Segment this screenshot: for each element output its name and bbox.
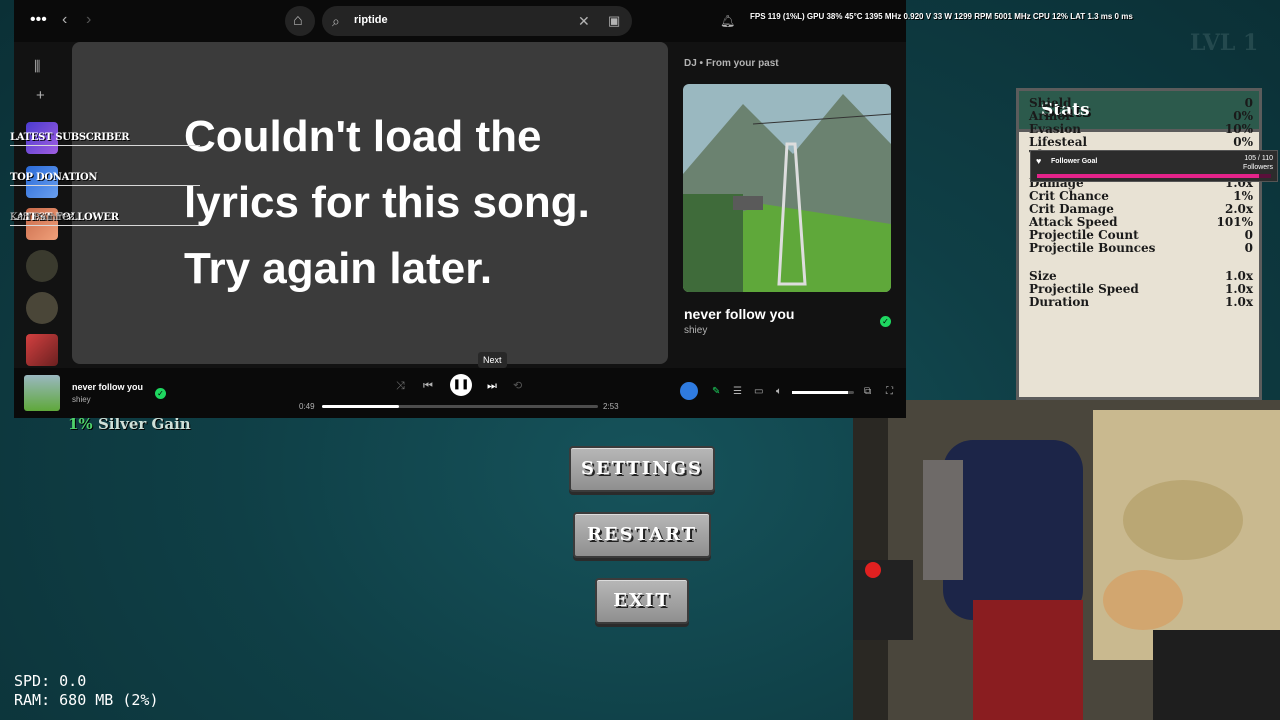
restart-button[interactable]: RESTART xyxy=(573,512,711,558)
stream-alert: TOP DONATION xyxy=(10,172,200,186)
forward-arrow-icon[interactable]: › xyxy=(86,12,91,28)
search-icon: ⌕ xyxy=(332,13,340,29)
stat-name: Size xyxy=(1029,269,1057,283)
home-icon: ⌂ xyxy=(293,12,303,29)
stat-name: Duration xyxy=(1029,295,1090,309)
follower-goal-bar xyxy=(1037,174,1271,178)
queue-icon[interactable]: ☰ xyxy=(733,384,742,400)
stream-alert: LATEST FOLLOWER Karl Ramirez xyxy=(10,212,200,226)
more-options-icon[interactable]: ••• xyxy=(30,12,47,28)
spotify-window: ••• ‹ › ⌂ ⌕ riptide ✕ ▣ 🔔︎ ⫼ + Couldn't … xyxy=(14,0,906,418)
lyrics-panel: Couldn't load the lyrics for this song. … xyxy=(72,42,668,364)
webcam-feed xyxy=(853,400,1280,720)
stat-name: Crit Chance xyxy=(1029,189,1109,203)
fullscreen-icon[interactable]: ⛶ xyxy=(886,384,893,400)
now-playing-heading: DJ • From your past xyxy=(684,58,779,69)
stat-name: Crit Damage xyxy=(1029,202,1114,216)
follower-goal-widget: ♥ Follower Goal 105 / 110 Followers xyxy=(1030,150,1278,182)
stream-alert-value: Karl Ramirez xyxy=(10,212,74,223)
stat-name: Shield xyxy=(1029,96,1072,110)
stat-value: 1.0x xyxy=(1224,295,1253,309)
home-button[interactable]: ⌂ xyxy=(285,6,315,36)
spd-readout: SPD: 0.0 xyxy=(14,672,87,690)
volume-slider[interactable] xyxy=(792,391,854,394)
pause-button[interactable]: ❚❚ xyxy=(450,374,472,396)
library-item-thumbnail[interactable] xyxy=(26,334,58,366)
playback-bar: never follow you shiey ✓ ⤨ ⏮︎ ❚❚ ⏭︎ ⟲ ✎ … xyxy=(14,368,906,418)
exit-button[interactable]: EXIT xyxy=(595,578,689,624)
stat-row: Duration 1.0x xyxy=(1029,296,1253,309)
library-sidebar: ⫼ + xyxy=(14,42,70,372)
total-time: 2:53 xyxy=(603,402,619,411)
notifications-icon[interactable]: 🔔︎ xyxy=(720,13,735,29)
settings-button[interactable]: SETTINGS xyxy=(569,446,715,492)
miniplayer-icon[interactable]: ⧉ xyxy=(864,384,871,400)
volume-icon[interactable]: 🔈︎ xyxy=(776,384,782,400)
stream-alert-divider xyxy=(10,185,200,186)
player-liked-icon[interactable]: ✓ xyxy=(155,388,166,399)
stat-name: Evasion xyxy=(1029,122,1081,136)
spotify-topbar: ••• ‹ › ⌂ ⌕ riptide ✕ ▣ 🔔︎ xyxy=(14,0,906,42)
stream-alert-label: LATEST SUBSCRIBER xyxy=(10,132,130,143)
elapsed-time: 0:49 xyxy=(299,402,315,411)
search-input[interactable]: riptide xyxy=(354,14,388,26)
stat-name: Lifesteal xyxy=(1029,135,1088,149)
browse-icon[interactable]: ▣ xyxy=(608,13,620,29)
lyrics-error-message: Couldn't load the lyrics for this song. … xyxy=(184,112,590,293)
devices-icon[interactable]: ▭ xyxy=(754,384,763,400)
stream-alert-label: TOP DONATION xyxy=(10,172,98,183)
debug-readout: SPD: 0.0 RAM: 680 MB (2%) xyxy=(14,672,159,710)
stat-value: 0 xyxy=(1244,241,1253,255)
player-track-title[interactable]: never follow you xyxy=(72,382,143,392)
stream-alert-divider xyxy=(10,225,200,226)
album-art-image xyxy=(683,84,891,292)
library-item-thumbnail[interactable] xyxy=(26,292,58,324)
stats-panel: Stats Shield 0 Armor 0% Evasion 10% Lifesteal 0… xyxy=(1016,88,1262,400)
next-tooltip: Next xyxy=(478,352,507,368)
next-icon[interactable]: ⏭︎ xyxy=(487,378,497,394)
progress-bar[interactable] xyxy=(322,405,598,408)
back-arrow-icon[interactable]: ‹ xyxy=(62,12,67,28)
previous-icon[interactable]: ⏮︎ xyxy=(423,378,433,394)
search-bar[interactable]: ⌕ riptide ✕ ▣ xyxy=(322,6,632,36)
liked-check-icon[interactable]: ✓ xyxy=(880,316,891,327)
follower-goal-label: Follower Goal xyxy=(1051,158,1098,165)
follower-goal-fill xyxy=(1037,174,1260,178)
now-playing-title[interactable]: never follow you xyxy=(684,306,794,322)
level-indicator: LVL 1 xyxy=(1190,30,1259,56)
stat-name: Projectile Speed xyxy=(1029,282,1139,296)
stat-row: Projectile Bounces 0 xyxy=(1029,242,1253,255)
library-item-thumbnail[interactable] xyxy=(26,250,58,282)
webcam-image xyxy=(853,400,1280,720)
shuffle-icon[interactable]: ⤨ xyxy=(396,378,405,394)
stream-alert-divider xyxy=(10,145,200,146)
performance-overlay: FPS 119 (1%L) GPU 38% 45°C 1395 MHz 0.92… xyxy=(750,12,1133,21)
clear-search-icon[interactable]: ✕ xyxy=(578,13,590,29)
player-album-art[interactable] xyxy=(24,375,60,411)
now-playing-panel: DJ • From your past never follow you shi… xyxy=(674,42,906,364)
connect-device-icon[interactable] xyxy=(680,382,698,400)
album-art xyxy=(683,84,891,292)
repeat-icon[interactable]: ⟲ xyxy=(513,378,522,394)
stat-name: Armor xyxy=(1029,109,1072,123)
heart-icon: ♥ xyxy=(1036,156,1042,166)
ram-readout: RAM: 680 MB (2%) xyxy=(14,691,159,709)
stat-name: Attack Speed xyxy=(1029,215,1118,229)
stream-alert: LATEST SUBSCRIBER xyxy=(10,132,200,146)
lyrics-mic-icon[interactable]: ✎ xyxy=(712,384,720,400)
volume-fill xyxy=(792,391,848,394)
follower-goal-count: 105 / 110 Followers xyxy=(1243,155,1273,171)
stat-name: Projectile Count xyxy=(1029,228,1139,242)
progress-fill xyxy=(322,405,400,408)
plus-icon[interactable]: + xyxy=(36,88,45,104)
library-icon[interactable]: ⫼ xyxy=(34,58,40,74)
stat-name: Projectile Bounces xyxy=(1029,241,1156,255)
player-track-artist[interactable]: shiey xyxy=(72,395,91,404)
now-playing-artist[interactable]: shiey xyxy=(684,325,707,336)
